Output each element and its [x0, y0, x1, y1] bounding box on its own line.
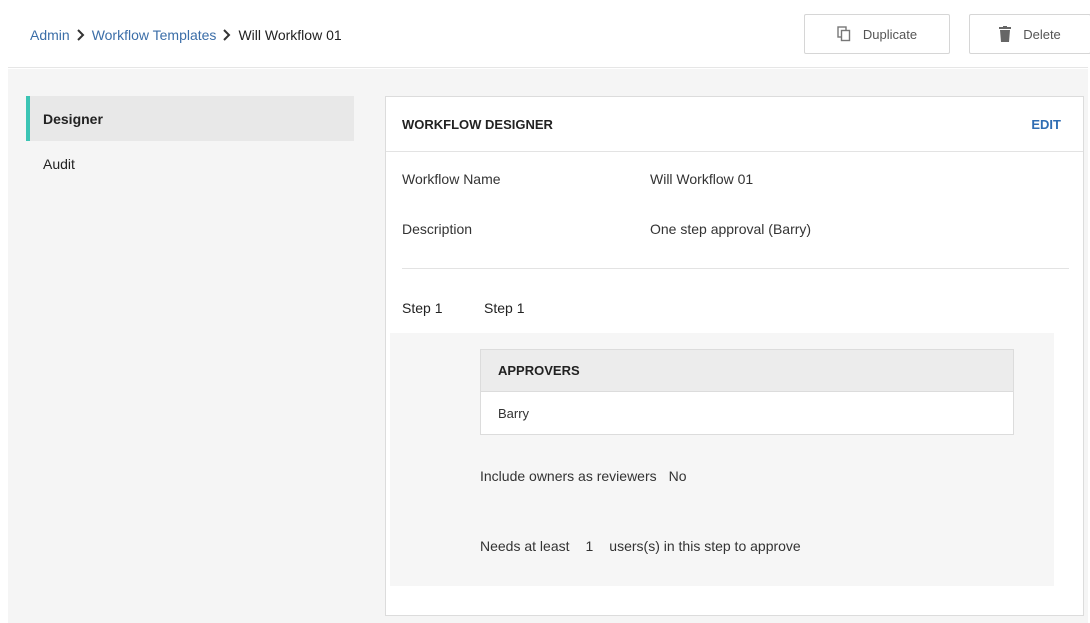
workflow-name-row: Workflow Name Will Workflow 01: [402, 171, 753, 187]
panel-title: WORKFLOW DESIGNER: [402, 116, 553, 132]
workflow-designer-panel: WORKFLOW DESIGNER EDIT Workflow Name Wil…: [385, 96, 1084, 616]
breadcrumb-workflow-templates[interactable]: Workflow Templates: [92, 27, 217, 43]
breadcrumb-current: Will Workflow 01: [238, 27, 342, 43]
step-name: Step 1: [484, 300, 525, 316]
panel-header: WORKFLOW DESIGNER EDIT: [386, 97, 1083, 152]
duplicate-button[interactable]: Duplicate: [804, 14, 950, 54]
sidebar-item-label: Audit: [43, 155, 75, 172]
workflow-name-label: Workflow Name: [402, 171, 501, 187]
breadcrumb: Admin Workflow Templates Will Workflow 0…: [30, 27, 342, 43]
chevron-right-icon: [70, 27, 92, 43]
copy-icon: [837, 26, 851, 42]
duplicate-label: Duplicate: [862, 26, 918, 42]
approvers-header: APPROVERS: [481, 350, 1013, 392]
include-owners-label: Include owners as reviewers: [480, 468, 657, 484]
trash-icon: [999, 26, 1012, 42]
delete-button[interactable]: Delete: [969, 14, 1090, 54]
sidebar-item-audit[interactable]: Audit: [26, 141, 354, 186]
delete-label: Delete: [1023, 26, 1061, 42]
include-owners-value: No: [668, 468, 687, 484]
include-owners-row: Include owners as reviewers No: [480, 468, 687, 484]
workflow-name-value: Will Workflow 01: [650, 171, 754, 187]
step-details: APPROVERS Barry Include owners as review…: [390, 333, 1054, 586]
step-number: Step 1: [402, 300, 443, 316]
needs-suffix: users(s) in this step to approve: [609, 538, 801, 554]
needs-prefix: Needs at least: [480, 538, 570, 554]
sidebar: Designer Audit: [26, 96, 354, 186]
needs-count: 1: [585, 538, 594, 554]
sidebar-item-label: Designer: [43, 110, 103, 127]
sidebar-item-designer[interactable]: Designer: [26, 96, 354, 141]
breadcrumb-admin[interactable]: Admin: [30, 27, 70, 43]
chevron-right-icon: [216, 27, 238, 43]
step-row: Step 1 Step 1: [402, 300, 524, 316]
top-bar: Admin Workflow Templates Will Workflow 0…: [8, 0, 1090, 68]
divider: [402, 268, 1069, 269]
approvers-table: APPROVERS Barry: [480, 349, 1014, 435]
approval-threshold-row: Needs at least 1 users(s) in this step t…: [480, 538, 801, 554]
description-value: One step approval (Barry): [650, 221, 812, 237]
approver-row: Barry: [498, 405, 530, 421]
description-label: Description: [402, 221, 473, 237]
edit-link[interactable]: EDIT: [1031, 117, 1061, 132]
description-row: Description One step approval (Barry): [402, 221, 811, 237]
